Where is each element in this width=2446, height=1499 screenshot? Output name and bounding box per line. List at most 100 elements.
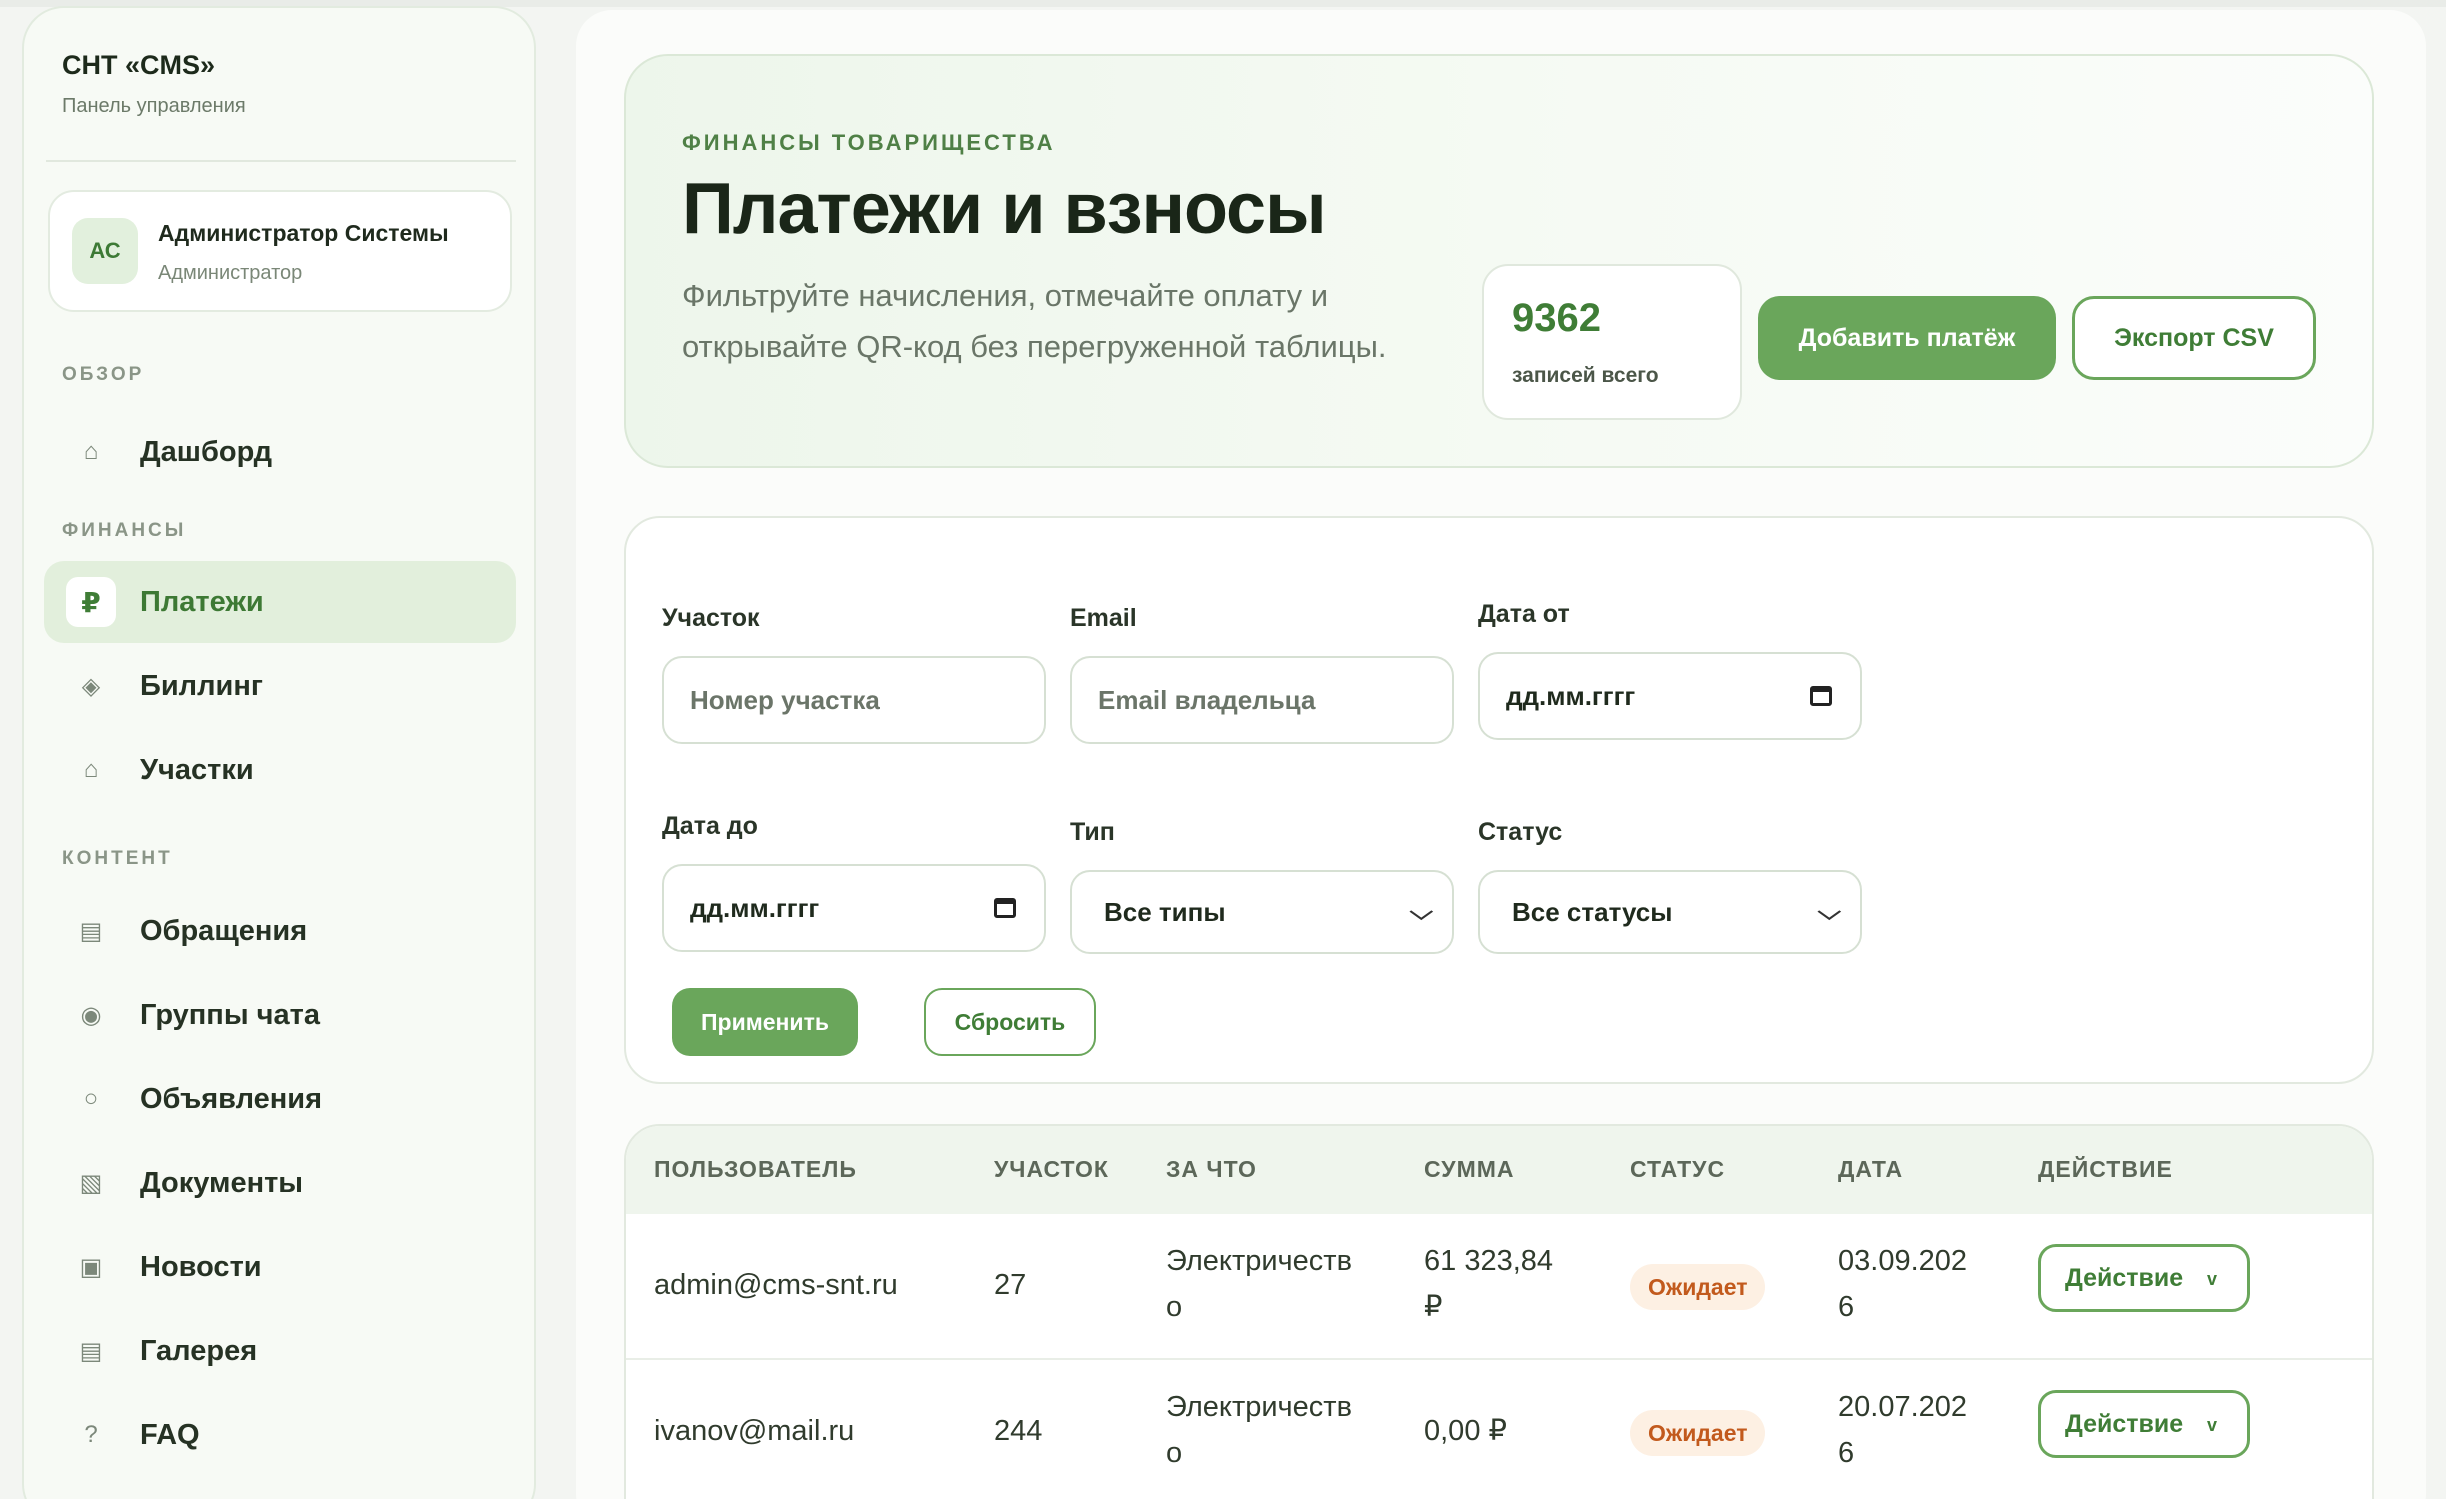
column-header-amount[interactable]: СУММА: [1424, 1156, 1515, 1183]
add-payment-button[interactable]: Добавить платёж: [1758, 296, 2056, 380]
sidebar-item-payments[interactable]: ₽ Платежи: [44, 561, 516, 643]
ruble-icon: ₽: [66, 577, 116, 627]
sidebar-item-documents[interactable]: ▧ Документы: [44, 1142, 516, 1224]
row-amount-line1: 0,00 ₽: [1424, 1415, 1507, 1447]
hero-description: Фильтруйте начисления, отмечайте оплату …: [682, 278, 1387, 364]
brand: СНТ «CMS» Панель управления: [62, 50, 246, 118]
records-count-card: 9362 записей всего: [1482, 264, 1742, 420]
page-title: Платежи и взносы: [682, 169, 1327, 249]
list-icon: ▤: [79, 917, 103, 945]
row-purpose-line1: Электричеств: [1166, 1391, 1352, 1423]
type-filter-label: Тип: [1070, 818, 1115, 846]
sidebar-item-label: Документы: [140, 1166, 304, 1199]
row-amount-line1: 61 323,84: [1424, 1245, 1554, 1277]
sidebar-item-label: Новости: [140, 1250, 262, 1283]
table-header: ПОЛЬЗОВАТЕЛЬ УЧАСТОК ЗА ЧТО СУММА СТАТУС…: [626, 1126, 2372, 1214]
column-header-user[interactable]: ПОЛЬЗОВАТЕЛЬ: [654, 1156, 857, 1183]
plot-filter-input[interactable]: Номер участка: [662, 656, 1046, 744]
row-action-label: Действие: [2065, 1263, 2184, 1292]
reset-filters-button[interactable]: Сбросить: [924, 988, 1096, 1056]
date-from-label: Дата от: [1478, 600, 1570, 628]
row-user: ivanov@mail.ru: [654, 1415, 855, 1447]
column-header-status[interactable]: СТАТУС: [1630, 1156, 1725, 1183]
calendar-icon[interactable]: [994, 898, 1016, 918]
row-action-button[interactable]: Действие v: [2038, 1390, 2250, 1458]
date-to-value: дд.мм.гггг: [690, 892, 820, 923]
sidebar-item-label: Группы чата: [140, 998, 320, 1031]
type-filter-value: Все типы: [1104, 896, 1226, 927]
export-csv-button[interactable]: Экспорт CSV: [2072, 296, 2316, 380]
email-filter-input[interactable]: Email владельца: [1070, 656, 1454, 744]
sidebar-item-gallery[interactable]: ▤ Галерея: [44, 1310, 516, 1392]
sidebar-item-requests[interactable]: ▤ Обращения: [44, 890, 516, 972]
status-filter-label: Статус: [1478, 818, 1563, 846]
sidebar-item-dashboard[interactable]: ⌂ Дашборд: [44, 411, 516, 493]
status-filter-value: Все статусы: [1512, 896, 1673, 927]
chat-icon: ◉: [80, 1001, 102, 1029]
sidebar-item-label: Дашборд: [140, 435, 272, 468]
table-row: ivanov@mail.ru 244 Электричеств о 0,00 ₽…: [626, 1362, 2372, 1499]
column-header-plot[interactable]: УЧАСТОК: [994, 1156, 1109, 1183]
user-name: Администратор Системы: [158, 220, 449, 246]
sidebar-item-news[interactable]: ▣ Новости: [44, 1226, 516, 1308]
sidebar-divider: [46, 160, 516, 162]
plot-filter-label: Участок: [662, 604, 760, 632]
row-user: admin@cms-snt.ru: [654, 1269, 898, 1301]
calendar-icon[interactable]: [1810, 686, 1832, 706]
row-plot: 27: [994, 1269, 1027, 1301]
announcement-icon: ○: [83, 1085, 99, 1112]
chevron-down-icon: v: [2206, 1415, 2217, 1435]
hero-panel: ФИНАНСЫ ТОВАРИЩЕСТВА Платежи и взносы Фи…: [624, 54, 2374, 468]
status-filter-select[interactable]: Все статусы ⌵: [1478, 870, 1862, 954]
status-badge: Ожидает: [1630, 1264, 1766, 1310]
row-purpose-line1: Электричеств: [1166, 1245, 1352, 1277]
chevron-down-icon: ⌵: [1817, 899, 1842, 924]
payments-table: ПОЛЬЗОВАТЕЛЬ УЧАСТОК ЗА ЧТО СУММА СТАТУС…: [624, 1124, 2374, 1499]
column-header-action: ДЕЙСТВИЕ: [2038, 1156, 2173, 1182]
column-header-purpose[interactable]: ЗА ЧТО: [1166, 1156, 1257, 1183]
user-card[interactable]: АС Администратор Системы Администратор: [48, 190, 512, 312]
chevron-down-icon: ⌵: [1409, 899, 1434, 924]
email-filter-label: Email: [1070, 604, 1137, 632]
sidebar: СНТ «CMS» Панель управления АС Администр…: [22, 6, 536, 1499]
sidebar-item-faq[interactable]: ? FAQ: [44, 1394, 516, 1476]
row-purpose-line2: о: [1166, 1437, 1183, 1469]
row-date-line1: 20.07.202: [1838, 1391, 1968, 1423]
main-content: ФИНАНСЫ ТОВАРИЩЕСТВА Платежи и взносы Фи…: [576, 10, 2426, 1499]
records-count-label: записей всего: [1512, 364, 1659, 387]
news-icon: ▣: [79, 1253, 103, 1281]
filters-panel: Участок Номер участка Email Email владел…: [624, 516, 2374, 1084]
section-label-content: КОНТЕНТ: [62, 848, 173, 869]
chevron-down-icon: v: [2206, 1269, 2217, 1289]
date-to-input[interactable]: дд.мм.гггг: [662, 864, 1046, 952]
brand-subtitle: Панель управления: [62, 95, 246, 117]
date-from-input[interactable]: дд.мм.гггг: [1478, 652, 1862, 740]
brand-title: СНТ «CMS»: [62, 50, 216, 80]
row-action-button[interactable]: Действие v: [2038, 1244, 2250, 1312]
sidebar-item-label: Платежи: [140, 585, 264, 618]
table-row: admin@cms-snt.ru 27 Электричеств о 61 32…: [626, 1214, 2372, 1360]
sidebar-item-label: FAQ: [140, 1418, 200, 1451]
records-count: 9362: [1512, 296, 1601, 340]
apply-filters-button[interactable]: Применить: [672, 988, 858, 1056]
question-icon: ?: [84, 1421, 98, 1448]
status-badge: Ожидает: [1630, 1410, 1766, 1456]
sidebar-item-chat-groups[interactable]: ◉ Группы чата: [44, 974, 516, 1056]
sidebar-item-announcements[interactable]: ○ Объявления: [44, 1058, 516, 1140]
sidebar-item-billing[interactable]: ◈ Биллинг: [44, 645, 516, 727]
section-label-overview: ОБЗОР: [62, 364, 145, 385]
sidebar-item-label: Галерея: [140, 1334, 258, 1367]
row-amount-line2: ₽: [1424, 1291, 1443, 1323]
home-icon: ⌂: [83, 438, 99, 465]
sidebar-item-plots[interactable]: ⌂ Участки: [44, 729, 516, 811]
row-action-label: Действие: [2065, 1409, 2184, 1438]
sidebar-item-label: Объявления: [140, 1082, 323, 1115]
gallery-icon: ▤: [79, 1337, 103, 1365]
type-filter-select[interactable]: Все типы ⌵: [1070, 870, 1454, 954]
sidebar-item-label: Участки: [140, 753, 254, 786]
home-icon: ⌂: [83, 756, 99, 783]
hero-eyebrow: ФИНАНСЫ ТОВАРИЩЕСТВА: [682, 130, 1056, 155]
row-purpose-line2: о: [1166, 1291, 1183, 1323]
column-header-date[interactable]: ДАТА: [1838, 1156, 1903, 1183]
row-plot: 244: [994, 1415, 1043, 1447]
